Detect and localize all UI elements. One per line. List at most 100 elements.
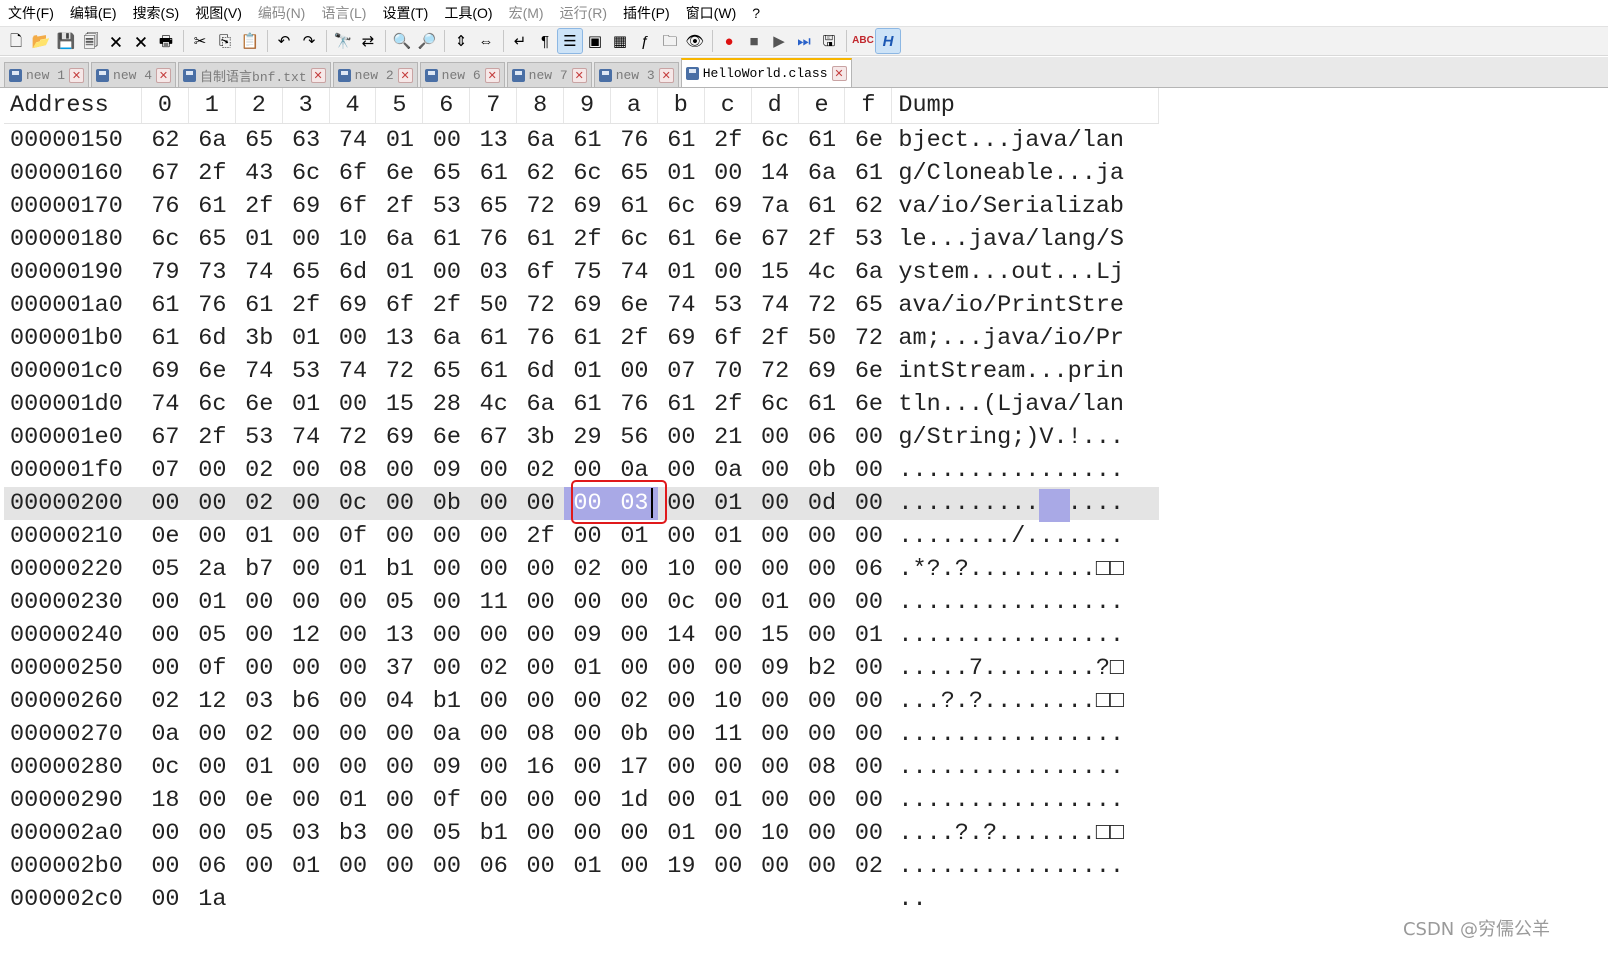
hex-byte[interactable]: 50 <box>470 289 517 322</box>
hex-byte[interactable]: 09 <box>564 619 611 652</box>
hex-byte[interactable]: 02 <box>236 718 283 751</box>
hex-byte[interactable]: 2f <box>189 421 236 454</box>
hex-byte[interactable]: 00 <box>377 454 424 487</box>
hex-byte[interactable]: 00 <box>142 586 189 619</box>
hex-byte[interactable]: 01 <box>658 256 705 289</box>
hex-byte[interactable]: 00 <box>517 487 564 520</box>
menu-item-9[interactable]: 运行(R) <box>552 0 615 26</box>
hex-byte[interactable]: 61 <box>799 388 846 421</box>
hex-byte[interactable]: 3b <box>517 421 564 454</box>
zoom-out-icon[interactable]: 🔎 <box>415 29 439 53</box>
hex-byte[interactable]: 00 <box>846 817 893 850</box>
hex-byte[interactable]: 6c <box>283 157 330 190</box>
hex-byte[interactable]: 00 <box>142 487 189 520</box>
paste-icon[interactable]: 📋 <box>238 29 262 53</box>
ascii-dump[interactable]: ystem...out...Lj <box>892 256 1165 289</box>
hex-byte[interactable]: 00 <box>189 487 236 520</box>
hex-byte[interactable]: 14 <box>752 157 799 190</box>
hex-byte[interactable]: 00 <box>517 784 564 817</box>
hex-byte[interactable]: 10 <box>705 685 752 718</box>
hex-byte[interactable]: 00 <box>658 421 705 454</box>
hex-byte[interactable]: 00 <box>846 520 893 553</box>
hex-editor-icon[interactable]: H <box>875 28 901 54</box>
tab-7[interactable]: HelloWorld.class ✕ <box>680 58 852 87</box>
hex-byte[interactable]: 0f <box>423 784 470 817</box>
hex-byte[interactable]: 02 <box>470 652 517 685</box>
hex-byte[interactable]: 00 <box>658 454 705 487</box>
hex-byte[interactable]: 00 <box>189 454 236 487</box>
hex-byte[interactable]: 00 <box>189 817 236 850</box>
hex-byte[interactable]: 00 <box>470 784 517 817</box>
hex-byte[interactable]: 15 <box>377 388 424 421</box>
hex-byte[interactable]: 00 <box>846 685 893 718</box>
hex-byte[interactable]: 00 <box>564 586 611 619</box>
hex-byte[interactable]: 61 <box>799 124 846 157</box>
hex-byte[interactable]: 00 <box>517 553 564 586</box>
save-macro-icon[interactable]: 🖫 <box>817 29 841 53</box>
hex-byte[interactable]: 00 <box>752 520 799 553</box>
hex-byte[interactable]: 0e <box>236 784 283 817</box>
hex-byte[interactable]: 07 <box>658 355 705 388</box>
tab-3[interactable]: new 2 ✕ <box>332 62 418 87</box>
hex-byte[interactable]: 00 <box>283 586 330 619</box>
hex-byte[interactable]: 75 <box>564 256 611 289</box>
hex-byte[interactable]: 00 <box>611 850 658 883</box>
hex-byte[interactable]: 65 <box>423 157 470 190</box>
hex-byte[interactable]: 37 <box>377 652 424 685</box>
hex-byte[interactable]: 12 <box>283 619 330 652</box>
show-all-chars-icon[interactable]: ¶ <box>533 29 557 53</box>
hex-byte[interactable]: 00 <box>236 586 283 619</box>
hex-byte[interactable]: 6c <box>658 190 705 223</box>
hex-byte[interactable]: 61 <box>470 355 517 388</box>
hex-byte[interactable]: 00 <box>752 487 799 520</box>
hex-byte[interactable]: 2f <box>799 223 846 256</box>
hex-byte[interactable]: 01 <box>705 487 752 520</box>
menu-item-3[interactable]: 视图(V) <box>187 0 250 26</box>
hex-byte[interactable]: 00 <box>752 421 799 454</box>
hex-byte[interactable]: 00 <box>799 718 846 751</box>
menu-item-2[interactable]: 搜索(S) <box>125 0 188 26</box>
hex-byte[interactable]: 74 <box>611 256 658 289</box>
function-list-icon[interactable]: ƒ <box>633 29 657 53</box>
hex-byte[interactable]: 61 <box>470 157 517 190</box>
hex-byte[interactable]: 01 <box>283 388 330 421</box>
hex-byte[interactable]: 01 <box>564 850 611 883</box>
hex-byte[interactable]: 00 <box>283 520 330 553</box>
hex-byte[interactable]: 72 <box>377 355 424 388</box>
hex-byte[interactable]: 2f <box>517 520 564 553</box>
hex-byte[interactable]: 6c <box>564 157 611 190</box>
hex-byte[interactable]: 6e <box>846 388 893 421</box>
hex-byte[interactable]: 01 <box>705 520 752 553</box>
hex-byte[interactable]: 69 <box>377 421 424 454</box>
hex-byte[interactable]: 2f <box>752 322 799 355</box>
tab-2[interactable]: 自制语言bnf.txt ✕ <box>178 62 331 87</box>
hex-byte[interactable]: 28 <box>423 388 470 421</box>
close-tab-icon[interactable]: ✕ <box>310 67 326 83</box>
close-tab-icon[interactable]: ✕ <box>831 66 847 81</box>
hex-byte[interactable]: 00 <box>752 454 799 487</box>
hex-byte[interactable]: 67 <box>470 421 517 454</box>
hex-byte[interactable]: b1 <box>423 685 470 718</box>
hex-byte[interactable]: 11 <box>470 586 517 619</box>
hex-byte[interactable]: 06 <box>846 553 893 586</box>
menu-item-10[interactable]: 插件(P) <box>615 0 678 26</box>
hex-byte[interactable]: 00 <box>377 784 424 817</box>
hex-byte[interactable]: 01 <box>236 223 283 256</box>
hex-byte[interactable]: 67 <box>142 421 189 454</box>
hex-byte[interactable]: 08 <box>330 454 377 487</box>
hex-byte[interactable]: 72 <box>799 289 846 322</box>
hex-byte[interactable]: 0f <box>189 652 236 685</box>
menu-item-5[interactable]: 语言(L) <box>313 0 374 26</box>
hex-byte[interactable]: 00 <box>846 487 893 520</box>
hex-byte[interactable]: 00 <box>470 619 517 652</box>
cut-icon[interactable]: ✂ <box>188 29 212 53</box>
hex-byte[interactable]: 00 <box>423 553 470 586</box>
folder-workspace-icon[interactable]: 🗀 <box>658 29 682 53</box>
hex-byte[interactable]: b2 <box>799 652 846 685</box>
hex-byte[interactable]: 03 <box>470 256 517 289</box>
doc-map-icon[interactable]: ▦ <box>608 29 632 53</box>
hex-byte[interactable]: 00 <box>658 487 705 520</box>
close-tab-icon[interactable]: ✕ <box>571 67 587 83</box>
hex-byte[interactable]: 6e <box>846 355 893 388</box>
hex-byte[interactable]: 0b <box>799 454 846 487</box>
